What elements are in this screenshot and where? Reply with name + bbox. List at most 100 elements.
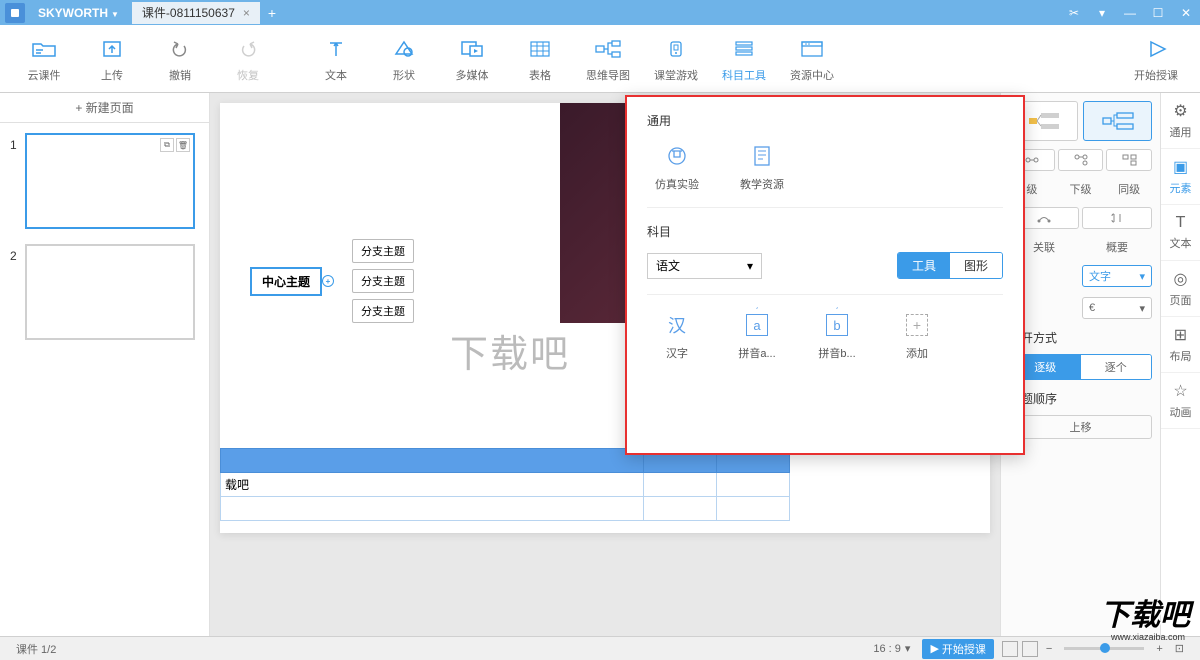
tab-animation[interactable]: ☆动画: [1161, 373, 1200, 429]
text-icon: [324, 34, 348, 64]
zoom-in-button[interactable]: +: [1156, 643, 1162, 655]
redo-button[interactable]: 恢复: [214, 29, 282, 88]
add-branch-handle[interactable]: +: [322, 275, 334, 287]
tool-toggle-button[interactable]: 工具: [898, 253, 950, 278]
resource-icon: [799, 34, 825, 64]
cloud-courseware-button[interactable]: 云课件: [10, 29, 78, 88]
watermark-text: 下载吧: [450, 323, 570, 378]
view-mode-2[interactable]: [1022, 641, 1038, 657]
view-mode-1[interactable]: [1002, 641, 1018, 657]
pinyin-b-icon: b: [822, 310, 852, 340]
delete-slide-icon[interactable]: 🗑: [176, 138, 190, 152]
slide-table[interactable]: 载吧: [220, 448, 790, 521]
document-tab[interactable]: 课件-0811150637 ×: [132, 2, 260, 24]
classroom-game-button[interactable]: 课堂游戏: [642, 29, 710, 88]
add-tool-button[interactable]: + 添加: [887, 310, 947, 361]
fit-button[interactable]: ⊡: [1175, 642, 1184, 655]
mindmap-button[interactable]: 思维导图: [574, 29, 642, 88]
subject-tools-button[interactable]: 科目工具: [710, 29, 778, 88]
tab-text[interactable]: T文本: [1161, 205, 1200, 261]
chevron-down-icon: ▾: [1139, 270, 1145, 283]
table-button[interactable]: 表格: [506, 29, 574, 88]
graphic-toggle-button[interactable]: 图形: [950, 253, 1002, 278]
mindmap-branch[interactable]: 分支主题: [352, 299, 414, 323]
game-icon: [663, 34, 689, 64]
table-icon: [528, 34, 552, 64]
subject-tools-popup: 通用 仿真实验 教学资源 科目 语文▾ 工具 图形 汉 汉字 a 拼音a... …: [625, 95, 1025, 455]
hanzi-icon: 汉: [662, 310, 692, 340]
zoom-out-button[interactable]: −: [1046, 643, 1052, 655]
play-icon: [1143, 34, 1169, 64]
mindmap-branch[interactable]: 分支主题: [352, 239, 414, 263]
mindmap-widget[interactable]: 中心主题 + 分支主题 分支主题 分支主题: [250, 233, 414, 329]
sublevel-btn[interactable]: [1058, 149, 1104, 171]
subject-select[interactable]: 语文▾: [647, 253, 762, 279]
cloud-folder-icon: [31, 34, 57, 64]
symbol-dropdown[interactable]: €▾: [1082, 297, 1152, 319]
main-toolbar: 云课件 上传 撤销 恢复 文本 形状 多媒体 表格 思维导图 课堂游戏 科目工具: [0, 25, 1200, 93]
title-bar: SKYWORTH▼ 课件-0811150637 × + ✂ ▾ — ☐ ✕: [0, 0, 1200, 25]
flask-icon: [662, 141, 692, 171]
scissors-icon[interactable]: ✂: [1060, 0, 1088, 25]
pinyin-b-button[interactable]: b 拼音b...: [807, 310, 867, 361]
maximize-button[interactable]: ☐: [1144, 0, 1172, 25]
tab-element[interactable]: ▣元素: [1161, 149, 1200, 205]
undo-icon: [168, 34, 192, 64]
order-section-title: 主题顺序: [1009, 390, 1152, 407]
mindmap-icon: [594, 34, 622, 64]
chevron-down-icon: ▼: [111, 10, 119, 19]
layout-preset-2[interactable]: [1083, 101, 1152, 141]
tab-layout[interactable]: ⊞布局: [1161, 317, 1200, 373]
text-button[interactable]: 文本: [302, 29, 370, 88]
zoom-slider[interactable]: [1064, 647, 1144, 650]
tab-page[interactable]: ◎页面: [1161, 261, 1200, 317]
undo-button[interactable]: 撤销: [146, 29, 214, 88]
upload-button[interactable]: 上传: [78, 29, 146, 88]
hanzi-button[interactable]: 汉 汉字: [647, 310, 707, 361]
dropdown-icon[interactable]: ▾: [1088, 0, 1116, 25]
add-tab-button[interactable]: +: [268, 5, 276, 21]
minimize-button[interactable]: —: [1116, 0, 1144, 25]
subject-section-title: 科目: [647, 223, 1003, 240]
move-up-button[interactable]: 上移: [1009, 415, 1152, 439]
start-teaching-status-button[interactable]: ▶开始授课: [922, 639, 993, 659]
redo-icon: [236, 34, 260, 64]
slide-thumbnail-2[interactable]: [25, 244, 195, 340]
page-counter: 课件 1/2: [16, 641, 56, 657]
aspect-ratio-selector[interactable]: 16 : 9 ▾: [873, 642, 910, 655]
document-icon: [747, 141, 777, 171]
general-section-title: 通用: [647, 112, 1003, 129]
shape-button[interactable]: 形状: [370, 29, 438, 88]
close-button[interactable]: ✕: [1172, 0, 1200, 25]
zoom-thumb[interactable]: [1100, 643, 1110, 653]
page-number: 1: [10, 133, 25, 152]
mindmap-branch[interactable]: 分支主题: [352, 269, 414, 293]
brand-menu[interactable]: SKYWORTH▼: [30, 6, 127, 20]
books-icon: [731, 34, 757, 64]
summary-btn[interactable]: [1082, 207, 1152, 229]
samelevel-btn[interactable]: [1106, 149, 1152, 171]
site-watermark-url: www.xiazaiba.com: [1111, 632, 1185, 642]
new-page-button[interactable]: + 新建页面: [0, 93, 209, 123]
simulation-experiment-button[interactable]: 仿真实验: [647, 141, 707, 192]
expand-single-button[interactable]: 逐个: [1081, 355, 1152, 379]
resource-center-button[interactable]: 资源中心: [778, 29, 846, 88]
text-style-dropdown[interactable]: 文字▾: [1082, 265, 1152, 287]
chevron-down-icon: ▾: [747, 259, 753, 273]
teaching-resources-button[interactable]: 教学资源: [732, 141, 792, 192]
page-icon: ◎: [1174, 269, 1188, 289]
tab-general[interactable]: ⚙通用: [1161, 93, 1200, 149]
page-number: 2: [10, 244, 25, 263]
right-sidebar-tabs: ⚙通用 ▣元素 T文本 ◎页面 ⊞布局 ☆动画: [1160, 93, 1200, 636]
site-watermark: 下载吧: [1100, 590, 1190, 634]
copy-slide-icon[interactable]: ⧉: [160, 138, 174, 152]
layout-icon: ⊞: [1174, 325, 1187, 345]
slide-thumbnail-1[interactable]: ⧉ 🗑: [25, 133, 195, 229]
pinyin-a-button[interactable]: a 拼音a...: [727, 310, 787, 361]
mindmap-center-node[interactable]: 中心主题 +: [250, 267, 322, 296]
start-teaching-button[interactable]: 开始授课: [1122, 29, 1190, 88]
upload-icon: [100, 34, 124, 64]
close-tab-icon[interactable]: ×: [243, 6, 250, 20]
multimedia-button[interactable]: 多媒体: [438, 29, 506, 88]
summary-label: 概要: [1082, 239, 1152, 255]
